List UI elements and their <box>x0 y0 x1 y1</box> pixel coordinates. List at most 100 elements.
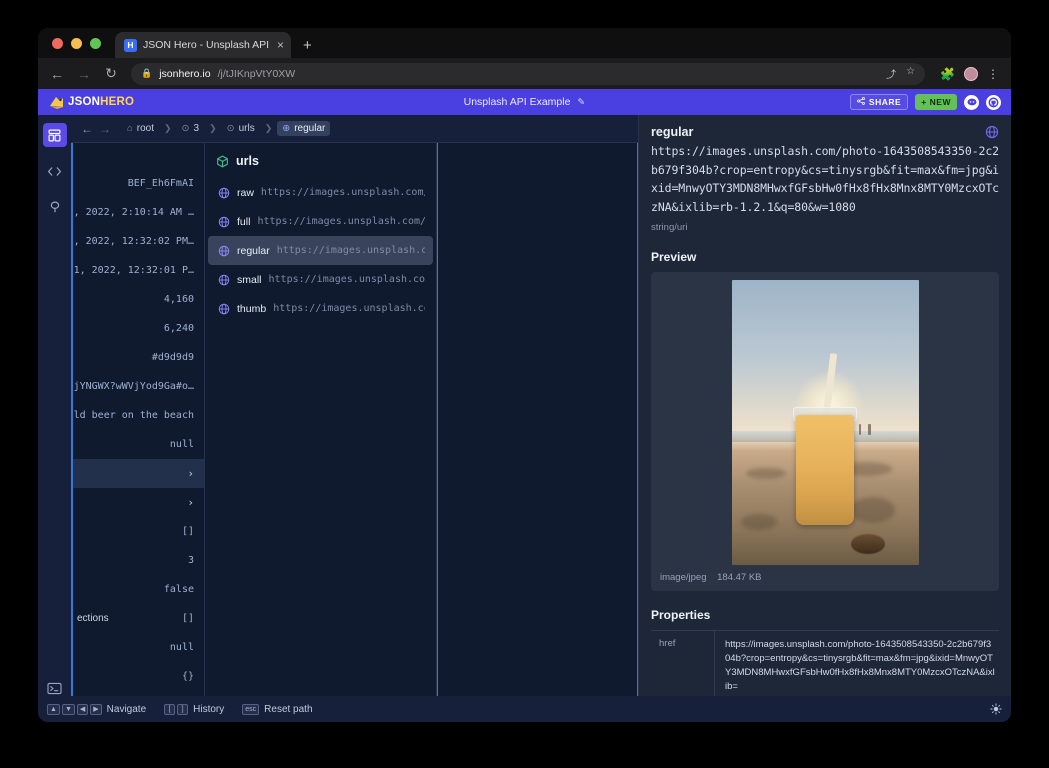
forward-icon[interactable]: → <box>77 66 91 82</box>
history-key[interactable]: [ <box>164 704 175 715</box>
github-icon[interactable] <box>986 95 1001 110</box>
breadcrumb-item-urls[interactable]: ⊙urls <box>222 121 260 136</box>
bookmark-star-icon[interactable]: ☆ <box>906 66 915 81</box>
list-item[interactable]: regularhttps://images.unsplash.com… <box>208 236 433 265</box>
theme-toggle-icon[interactable] <box>990 703 1002 715</box>
profile-avatar[interactable] <box>964 67 978 81</box>
breadcrumb-item-regular[interactable]: ⊕regular <box>277 121 330 136</box>
list-item-value: https://images.unsplash.com/p… <box>269 274 425 285</box>
app-logo[interactable]: JSONHERO <box>44 95 134 110</box>
list-item-value: › <box>187 496 194 509</box>
list-item[interactable]: {} <box>73 662 204 691</box>
extensions-icon[interactable]: 🧩 <box>940 67 955 81</box>
list-item[interactable]: thumbhttps://images.unsplash.com/… <box>208 294 433 323</box>
navigate-key[interactable]: ▲ <box>47 704 60 715</box>
list-item[interactable]: null <box>73 633 204 662</box>
share-nodes-icon <box>857 97 865 107</box>
list-item[interactable]: ections[] <box>73 604 204 633</box>
new-button[interactable]: + NEW <box>915 94 957 110</box>
list-item[interactable]: › <box>73 459 204 488</box>
left-rail <box>38 115 71 722</box>
list-item[interactable]: [] <box>73 517 204 546</box>
list-item-value: null <box>170 439 194 450</box>
navigate-label: Navigate <box>107 704 146 715</box>
browser-window: H JSON Hero - Unsplash API Exa × + ← → ↻… <box>38 28 1011 722</box>
close-window-button[interactable] <box>52 38 63 49</box>
url-input[interactable]: 🔒 jsonhero.io /j/tJIKnpVtY0XW ⤴ ☆ <box>131 63 925 85</box>
preview-mime: image/jpeg <box>660 572 706 583</box>
list-item-value: 0, 2022, 2:10:14 AM … <box>71 207 194 218</box>
list-item[interactable]: BEF_Eh6FmAI <box>73 169 204 198</box>
breadcrumb-item-root[interactable]: ⌂root <box>122 121 159 136</box>
table-row: hrefhttps://images.unsplash.com/photo-16… <box>651 630 999 701</box>
list-item-value: https://images.unsplash.com/ph… <box>261 187 425 198</box>
list-item[interactable]: 6,240 <box>73 314 204 343</box>
new-tab-button[interactable]: + <box>303 37 312 54</box>
globe-icon <box>218 187 230 199</box>
breadcrumb-item-icon: ⊙ <box>227 123 235 134</box>
share-url-icon[interactable]: ⤴ <box>886 66 896 81</box>
breadcrumb-forward-icon[interactable]: → <box>99 122 111 136</box>
column-empty <box>437 143 638 722</box>
reset-shortcut: esc Reset path <box>242 704 321 715</box>
back-icon[interactable]: ← <box>50 66 64 82</box>
navigate-key[interactable]: ▼ <box>62 704 75 715</box>
property-value: https://images.unsplash.com/photo-164350… <box>714 631 999 701</box>
edit-title-icon[interactable]: ✎ <box>577 97 585 108</box>
close-icon[interactable]: × <box>277 39 284 51</box>
minimize-window-button[interactable] <box>71 38 82 49</box>
list-item-value: [] <box>182 613 194 624</box>
list-item-key: small <box>237 274 262 286</box>
browser-tab[interactable]: H JSON Hero - Unsplash API Exa × <box>115 32 291 58</box>
list-item-value: 4,160 <box>164 294 194 305</box>
list-item[interactable]: 3 <box>73 546 204 575</box>
breadcrumb-item-icon: ⊙ <box>182 123 190 134</box>
list-item[interactable]: fullhttps://images.unsplash.com/ph… <box>208 207 433 236</box>
discord-icon[interactable] <box>964 95 979 110</box>
reload-icon[interactable]: ↻ <box>104 65 118 82</box>
logo-text-accent: HERO <box>100 96 134 108</box>
share-button[interactable]: SHARE <box>850 94 908 110</box>
list-item-value: cold beer on the beach <box>71 410 194 421</box>
maximize-window-button[interactable] <box>90 38 101 49</box>
columns-container: BEF_Eh6FmAI 0, 2022, 2:10:14 AM … 1, 2022,… <box>71 142 638 722</box>
property-key: href <box>651 631 714 701</box>
breadcrumb-item-label: root <box>137 123 154 134</box>
list-item[interactable]: cold beer on the beach <box>73 401 204 430</box>
list-item[interactable]: #d9d9d9 <box>73 343 204 372</box>
breadcrumb-back-icon[interactable]: ← <box>81 122 93 136</box>
list-item[interactable]: false <box>73 575 204 604</box>
favicon-icon: H <box>124 39 137 52</box>
list-item[interactable]: small https://images.unsplash.com/p… <box>208 265 433 294</box>
history-key[interactable]: ] <box>177 704 188 715</box>
preview-image <box>732 280 919 565</box>
breadcrumb: ← → ⌂root❯⊙3❯⊙urls❯⊕regular <box>71 115 638 142</box>
list-item[interactable]: 4,160 <box>73 285 204 314</box>
globe-icon <box>218 245 230 257</box>
list-item[interactable]: null <box>73 430 204 459</box>
navigate-key[interactable]: ◀ <box>77 704 88 715</box>
sidebar-item-columns-view[interactable] <box>43 123 67 147</box>
browser-menu-icon[interactable]: ⋮ <box>987 67 999 81</box>
list-item[interactable]: 1, 2022, 12:32:02 PM… <box>73 227 204 256</box>
breadcrumb-item-3[interactable]: ⊙3 <box>177 121 205 136</box>
globe-icon <box>985 125 999 139</box>
list-item[interactable]: 7jYNGWX?wWVjYod9Ga#o… <box>73 372 204 401</box>
preview-box: image/jpeg 184.47 KB <box>651 272 999 591</box>
sidebar-item-tree-view[interactable] <box>43 195 67 219</box>
logo-text-primary: JSON <box>68 96 100 108</box>
list-item[interactable]: rawhttps://images.unsplash.com/ph… <box>208 178 433 207</box>
list-item[interactable]: 1, 2022, 12:32:01 P… <box>73 256 204 285</box>
jsonhero-mascot-icon <box>48 95 65 110</box>
list-item[interactable]: › <box>73 488 204 517</box>
navigate-key[interactable]: ▶ <box>90 704 101 715</box>
column-header: urls <box>205 143 436 178</box>
new-button-label: NEW <box>930 97 951 107</box>
breadcrumb-separator: ❯ <box>265 123 273 134</box>
preview-meta: image/jpeg 184.47 KB <box>659 572 991 583</box>
list-item[interactable]: 0, 2022, 2:10:14 AM … <box>73 198 204 227</box>
sidebar-item-code-view[interactable] <box>43 159 67 183</box>
reset-key[interactable]: esc <box>242 704 259 715</box>
jsonhero-app: JSONHERO Unsplash API Example✎ SHARE <box>38 89 1011 722</box>
reset-path-label: Reset path <box>264 704 312 715</box>
